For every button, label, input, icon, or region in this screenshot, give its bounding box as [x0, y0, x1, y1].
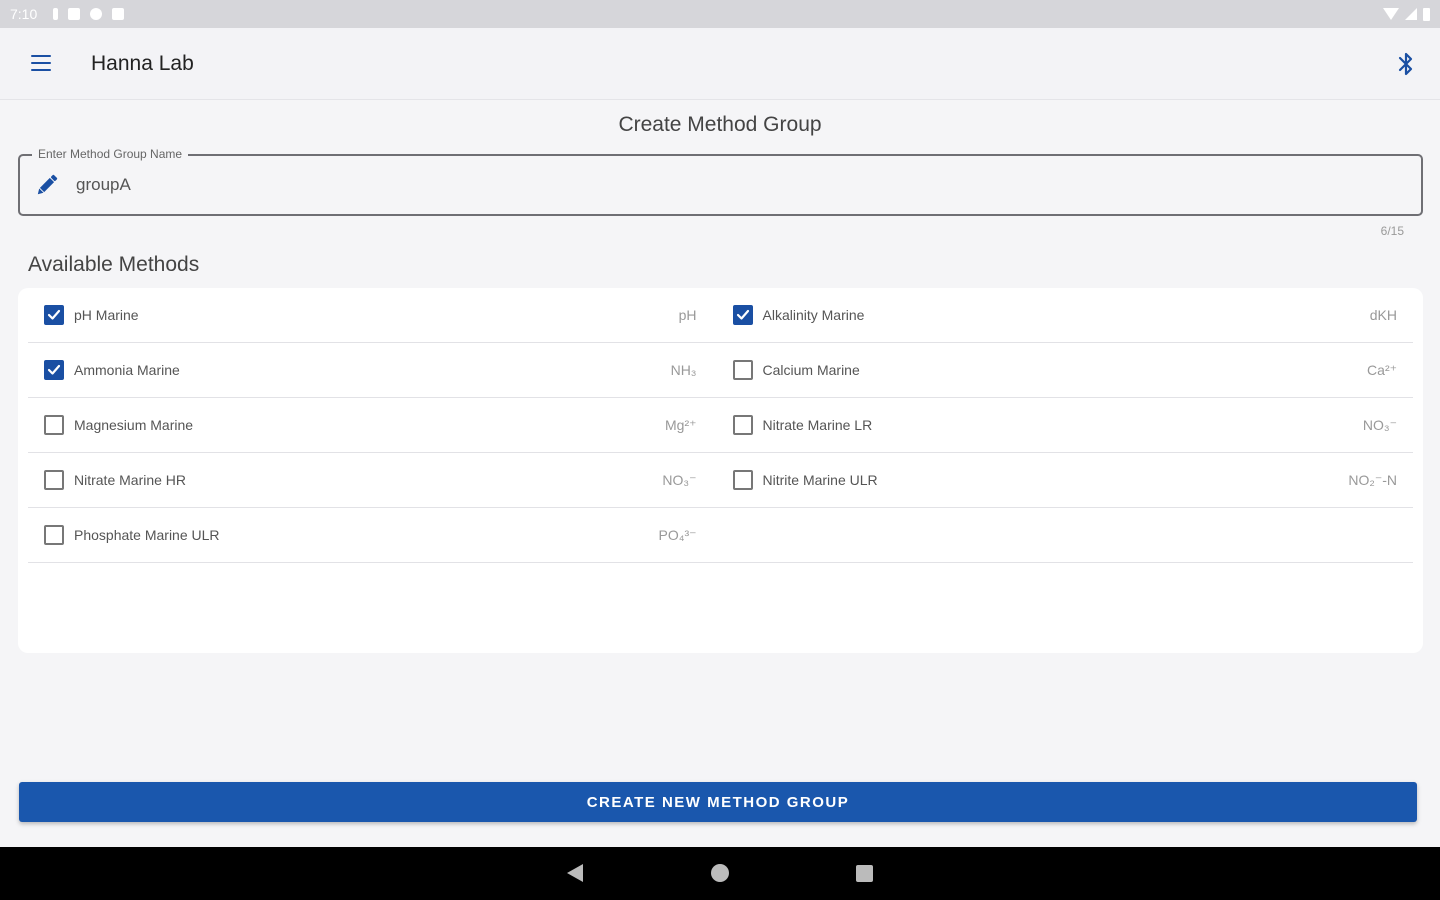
back-icon[interactable] [567, 864, 583, 882]
status-system-icons [1383, 7, 1430, 21]
method-item[interactable]: Nitrate Marine HR NO₃⁻ [28, 453, 721, 508]
bluetooth-icon[interactable] [1396, 50, 1416, 78]
notification-icon [68, 8, 81, 20]
checkbox-unchecked[interactable] [44, 415, 64, 435]
method-name: Calcium Marine [762, 362, 860, 378]
usb-icon [53, 8, 59, 20]
method-item[interactable]: Nitrite Marine ULR NO₂⁻-N [720, 453, 1413, 508]
recent-apps-icon[interactable] [856, 865, 873, 882]
sd-card-icon [112, 8, 125, 20]
navigation-bar [0, 847, 1440, 900]
method-unit: NO₃⁻ [1362, 416, 1397, 433]
checkbox-checked[interactable] [44, 360, 64, 380]
method-name: Nitrate Marine HR [74, 472, 187, 488]
page-title: Create Method Group [618, 113, 822, 136]
method-name: Nitrate Marine LR [762, 417, 873, 433]
method-unit: Mg²⁺ [665, 416, 697, 433]
method-unit: pH [678, 307, 697, 323]
checkbox-checked[interactable] [44, 305, 64, 325]
method-unit: Ca²⁺ [1367, 361, 1397, 378]
method-group-name-field[interactable]: Enter Method Group Name [18, 147, 1423, 216]
checkbox-unchecked[interactable] [732, 360, 753, 380]
method-unit: dKH [1369, 307, 1397, 323]
app-bar: Hanna Lab [0, 28, 1440, 100]
checkbox-unchecked[interactable] [44, 525, 64, 545]
method-name: Magnesium Marine [74, 417, 194, 433]
available-methods-heading: Available Methods [28, 253, 200, 276]
method-item[interactable]: Nitrate Marine LR NO₃⁻ [720, 398, 1413, 453]
status-time: 7:10 [10, 6, 38, 22]
menu-icon[interactable] [31, 55, 51, 71]
method-name: Ammonia Marine [74, 362, 180, 378]
method-name: pH Marine [74, 307, 139, 323]
method-item[interactable]: Ammonia Marine NH₃ [28, 343, 721, 398]
checkbox-unchecked[interactable] [732, 470, 753, 490]
method-unit: NO₂⁻-N [1348, 471, 1397, 488]
method-item[interactable]: pH Marine pH [28, 288, 721, 343]
field-label: Enter Method Group Name [32, 147, 189, 161]
checkbox-checked[interactable] [732, 305, 753, 325]
app-title: Hanna Lab [91, 52, 194, 75]
method-item[interactable]: Alkalinity Marine dKH [720, 288, 1413, 343]
methods-grid: pH Marine pH Alkalinity Marine dKH Ammonia M… [28, 288, 1413, 563]
method-unit: NO₃⁻ [662, 471, 697, 488]
method-name: Phosphate Marine ULR [74, 527, 220, 543]
method-item[interactable]: Magnesium Marine Mg²⁺ [28, 398, 721, 453]
character-counter: 6/15 [1380, 224, 1404, 238]
home-icon[interactable] [711, 864, 729, 882]
method-group-name-input[interactable] [76, 170, 1376, 200]
create-method-group-button[interactable]: CREATE NEW METHOD GROUP [19, 782, 1417, 822]
sync-icon [90, 8, 103, 20]
signal-icon [1405, 8, 1417, 20]
checkbox-unchecked[interactable] [44, 470, 64, 490]
wifi-icon [1383, 8, 1399, 20]
checkbox-unchecked[interactable] [732, 415, 753, 435]
method-item[interactable]: Phosphate Marine ULR PO₄³⁻ [28, 508, 721, 563]
pencil-icon [37, 174, 58, 195]
methods-list: pH Marine pH Alkalinity Marine dKH Ammonia M… [18, 288, 1423, 653]
method-item[interactable]: Calcium Marine Ca²⁺ [720, 343, 1413, 398]
empty-cell [720, 508, 1413, 563]
method-unit: NH₃ [670, 362, 697, 378]
battery-icon [1423, 7, 1430, 21]
status-notification-icons [53, 8, 125, 20]
method-name: Nitrite Marine ULR [762, 472, 878, 488]
method-unit: PO₄³⁻ [658, 526, 697, 543]
status-bar: 7:10 [0, 0, 1440, 28]
method-name: Alkalinity Marine [762, 307, 865, 323]
